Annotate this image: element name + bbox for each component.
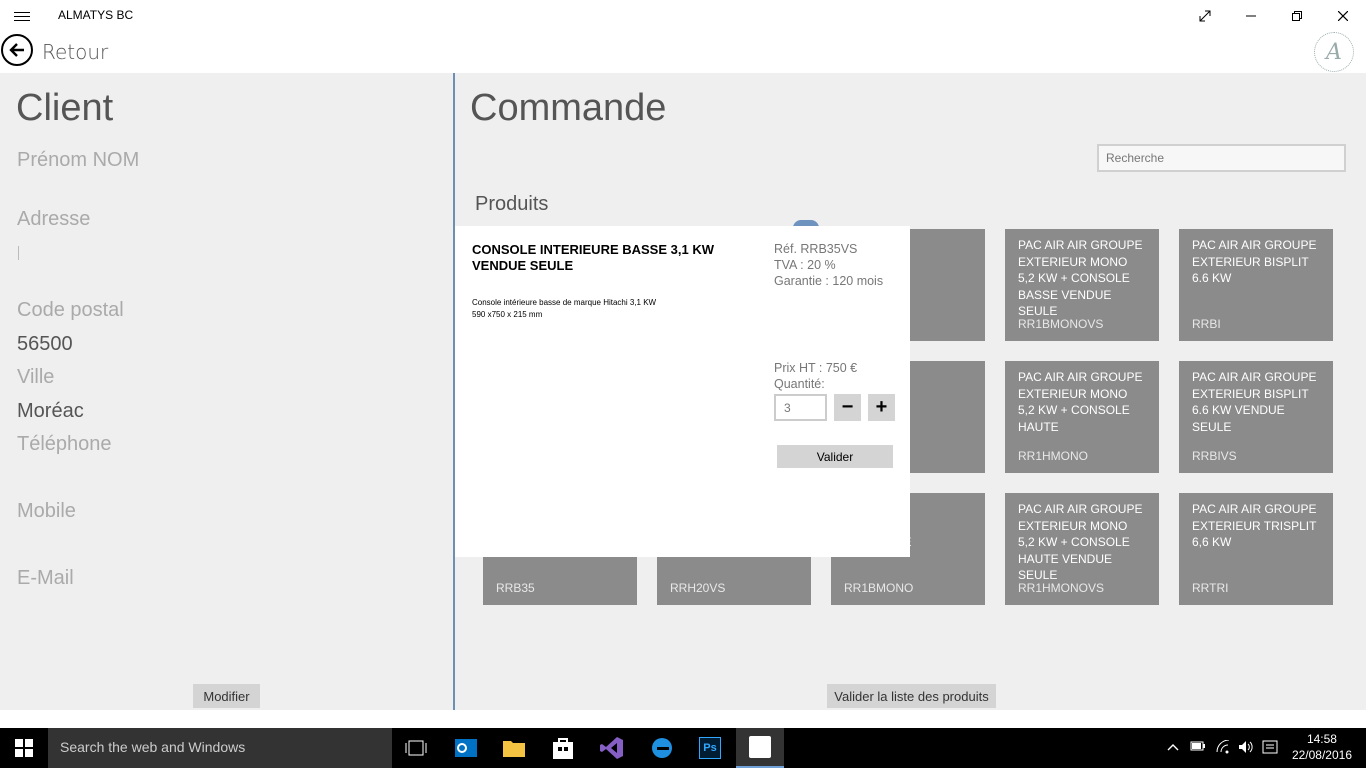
notifications-icon[interactable] xyxy=(1262,740,1278,757)
almatys-app-icon[interactable] xyxy=(736,728,784,768)
produits-title: Produits xyxy=(475,193,549,215)
almatys-app-logo xyxy=(749,736,771,758)
hamburger-menu-icon[interactable] xyxy=(14,9,30,23)
code-postal-label: Code postal xyxy=(17,299,124,321)
edge-icon[interactable] xyxy=(640,732,684,764)
app-title: ALMATYS BC xyxy=(58,8,134,22)
product-tile[interactable]: PAC AIR AIR GROUPE EXTERIEUR TRISPLIT 6,… xyxy=(1179,493,1333,605)
minus-icon[interactable]: − xyxy=(834,394,861,421)
product-detail-popup: CONSOLE INTERIEURE BASSE 3,1 KW VENDUE S… xyxy=(455,226,910,557)
tile-ref: RR1HMONO xyxy=(1018,449,1089,463)
code-postal-value[interactable]: 56500 xyxy=(17,333,73,356)
photoshop-icon-label: Ps xyxy=(699,737,721,759)
telephone-label: Téléphone xyxy=(17,433,112,455)
adresse-input-caret[interactable] xyxy=(18,246,19,260)
tile-name: PAC AIR AIR GROUPE EXTERIEUR MONO 5,2 KW… xyxy=(1018,370,1143,434)
client-title: Client xyxy=(16,87,114,129)
visual-studio-icon[interactable] xyxy=(590,732,634,764)
tile-ref: RRTRI xyxy=(1192,581,1229,595)
restore-button[interactable] xyxy=(1274,0,1320,32)
tile-name: PAC AIR AIR GROUPE EXTERIEUR TRISPLIT 6,… xyxy=(1192,502,1317,549)
client-name-field[interactable]: Prénom NOM xyxy=(17,149,139,172)
quantite-label: Quantité: xyxy=(774,377,825,391)
tile-ref: RR1HMONOVS xyxy=(1018,581,1105,595)
photoshop-icon[interactable]: Ps xyxy=(688,732,732,764)
product-garantie: Garantie : 120 mois xyxy=(774,274,884,288)
plus-icon[interactable]: + xyxy=(868,394,895,421)
battery-icon[interactable] xyxy=(1190,740,1206,755)
windows-start-icon[interactable] xyxy=(0,728,48,768)
product-dimensions: 590 x750 x 215 mm xyxy=(472,310,543,319)
tile-name: PAC AIR AIR GROUPE EXTERIEUR BISPLIT 6.6… xyxy=(1192,370,1317,434)
tile-name: PAC AIR AIR GROUPE EXTERIEUR MONO 5,2 KW… xyxy=(1018,238,1143,318)
product-title: CONSOLE INTERIEURE BASSE 3,1 KW VENDUE S… xyxy=(472,242,714,273)
product-tile[interactable]: PAC AIR AIR GROUPE EXTERIEUR BISPLIT 6.6… xyxy=(1179,361,1333,473)
product-tile[interactable]: PAC AIR AIR GROUPE EXTERIEUR MONO 5,2 KW… xyxy=(1005,361,1159,473)
adresse-label: Adresse xyxy=(17,208,91,230)
quantity-input[interactable] xyxy=(774,394,827,421)
file-explorer-icon[interactable] xyxy=(492,732,536,764)
back-button-label[interactable]: Retour xyxy=(42,40,108,64)
client-panel: Client Prénom NOM Adresse Code postal 56… xyxy=(0,73,453,710)
minimize-button[interactable] xyxy=(1228,0,1274,32)
valider-liste-button[interactable]: Valider la liste des produits xyxy=(827,684,996,708)
product-price: Prix HT : 750 € xyxy=(774,361,858,375)
modifier-button[interactable]: Modifier xyxy=(193,684,260,708)
task-view-icon[interactable] xyxy=(394,732,438,764)
expand-icon[interactable] xyxy=(1182,0,1228,32)
back-arrow-icon[interactable] xyxy=(1,34,33,66)
search-input[interactable] xyxy=(1097,144,1346,172)
chevron-up-icon[interactable] xyxy=(1167,740,1179,755)
clock-date: 22/08/2016 xyxy=(1291,748,1352,762)
wifi-icon[interactable] xyxy=(1215,739,1231,757)
ville-label: Ville xyxy=(17,366,55,388)
tile-ref: RR1BMONO xyxy=(844,581,914,595)
mobile-label: Mobile xyxy=(17,500,76,522)
product-ref: Réf. RRB35VS xyxy=(774,242,858,256)
tile-ref: RRB35 xyxy=(496,581,535,595)
outlook-icon[interactable] xyxy=(444,732,488,764)
product-description: Console intérieure basse de marque Hitac… xyxy=(472,298,657,307)
volume-icon[interactable] xyxy=(1238,740,1254,757)
product-tile[interactable]: PAC AIR AIR GROUPE EXTERIEUR BISPLIT 6.6… xyxy=(1179,229,1333,341)
tile-ref: RR1BMONOVS xyxy=(1018,317,1104,331)
tile-name: PAC AIR AIR GROUPE EXTERIEUR MONO 5,2 KW… xyxy=(1018,502,1143,582)
tile-ref: RRH20VS xyxy=(670,581,726,595)
tile-ref: RRBI xyxy=(1192,317,1221,331)
tile-name: PAC AIR AIR GROUPE EXTERIEUR BISPLIT 6.6… xyxy=(1192,238,1317,285)
title-bar: ALMATYS BC xyxy=(0,0,1366,32)
taskbar-clock[interactable]: 14:58 22/08/2016 xyxy=(1292,731,1352,763)
commande-title: Commande xyxy=(470,87,667,129)
ville-value[interactable]: Moréac xyxy=(17,400,84,423)
clock-time: 14:58 xyxy=(1306,732,1337,746)
store-icon[interactable] xyxy=(541,732,585,764)
email-label: E-Mail xyxy=(17,567,74,589)
taskbar-search-box[interactable]: Search the web and Windows xyxy=(48,728,392,768)
product-tile[interactable]: PAC AIR AIR GROUPE EXTERIEUR MONO 5,2 KW… xyxy=(1005,229,1159,341)
product-tile[interactable]: PAC AIR AIR GROUPE EXTERIEUR MONO 5,2 KW… xyxy=(1005,493,1159,605)
tile-ref: RRBIVS xyxy=(1192,449,1237,463)
product-tva: TVA : 20 % xyxy=(774,258,836,272)
app-logo: A xyxy=(1314,32,1354,72)
taskbar: Search the web and Windows Ps 14:58 22/0… xyxy=(0,728,1366,768)
close-button[interactable] xyxy=(1320,0,1366,32)
valider-button[interactable]: Valider xyxy=(777,445,893,468)
navigation-bar: Retour A xyxy=(0,32,1366,73)
